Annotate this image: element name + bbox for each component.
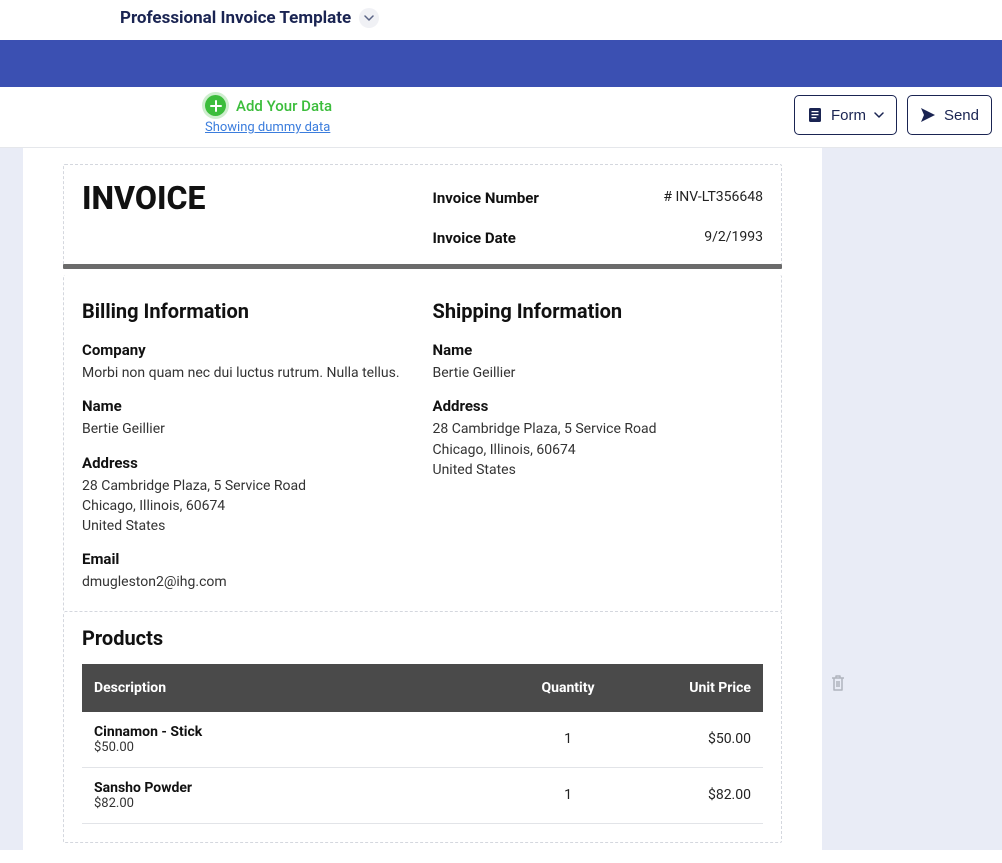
form-icon — [807, 107, 823, 123]
send-button[interactable]: Send — [907, 95, 992, 135]
table-row: Cinnamon - Stick $50.00 1 $50.00 — [82, 712, 763, 768]
product-price: $50.00 — [623, 712, 763, 768]
shipping-heading: Shipping Information — [433, 299, 764, 323]
billing-address-line3: United States — [82, 516, 413, 536]
invoice-number-value: # INV-LT356648 — [663, 189, 763, 207]
billing-address-line1: 28 Cambridge Plaza, 5 Service Road — [82, 476, 413, 496]
top-title-row: Professional Invoice Template — [0, 0, 1002, 40]
banner-bar — [0, 40, 1002, 87]
send-button-label: Send — [944, 107, 979, 124]
shipping-name-label: Name — [433, 341, 764, 359]
billing-company-label: Company — [82, 341, 413, 359]
billing-address-value: 28 Cambridge Plaza, 5 Service Road Chica… — [82, 476, 413, 537]
invoice-title: INVOICE — [82, 179, 413, 217]
table-row: Sansho Powder $82.00 1 $82.00 — [82, 767, 763, 823]
chevron-down-icon — [874, 110, 884, 120]
shipping-name-value: Bertie Geillier — [433, 363, 764, 383]
shipping-address-value: 28 Cambridge Plaza, 5 Service Road Chica… — [433, 419, 764, 480]
product-qty: 1 — [513, 712, 623, 768]
products-heading: Products — [82, 626, 763, 650]
invoice-number-label: Invoice Number — [433, 189, 539, 207]
add-data-button[interactable]: Add Your Data — [205, 95, 332, 116]
toolbar: Add Your Data Showing dummy data Form Se… — [0, 87, 1002, 148]
product-name: Sansho Powder — [94, 780, 501, 796]
delete-button[interactable] — [830, 674, 846, 696]
billing-company-value: Morbi non quam nec dui luctus rutrum. Nu… — [82, 363, 413, 383]
invoice-date-row: Invoice Date 9/2/1993 — [433, 229, 764, 247]
send-icon — [920, 107, 936, 123]
col-description: Description — [82, 664, 513, 712]
shipping-address-line1: 28 Cambridge Plaza, 5 Service Road — [433, 419, 764, 439]
billing-column: Billing Information Company Morbi non qu… — [82, 289, 413, 593]
product-subprice: $82.00 — [94, 796, 501, 811]
title-dropdown-button[interactable] — [359, 8, 379, 28]
billing-email-label: Email — [82, 550, 413, 568]
col-quantity: Quantity — [513, 664, 623, 712]
showing-dummy-link[interactable]: Showing dummy data — [205, 120, 332, 135]
invoice-page: INVOICE Invoice Number # INV-LT356648 In… — [23, 148, 822, 863]
plus-icon — [205, 95, 226, 116]
form-button[interactable]: Form — [794, 95, 897, 135]
products-header-row: Description Quantity Unit Price — [82, 664, 763, 712]
billing-email-value: dmugleston2@ihg.com — [82, 572, 413, 592]
product-price: $82.00 — [623, 767, 763, 823]
product-qty: 1 — [513, 767, 623, 823]
products-section[interactable]: Products Description Quantity Unit Price… — [63, 612, 782, 843]
trash-icon — [830, 674, 846, 692]
billing-shipping-section[interactable]: Billing Information Company Morbi non qu… — [63, 275, 782, 612]
products-table: Description Quantity Unit Price Cinnamon… — [82, 664, 763, 824]
shipping-address-line2: Chicago, Illinois, 60674 — [433, 440, 764, 460]
template-title: Professional Invoice Template — [120, 8, 351, 28]
invoice-number-row: Invoice Number # INV-LT356648 — [433, 189, 764, 207]
product-subprice: $50.00 — [94, 740, 501, 755]
billing-name-value: Bertie Geillier — [82, 419, 413, 439]
shipping-column: Shipping Information Name Bertie Geillie… — [433, 289, 764, 593]
col-unit-price: Unit Price — [623, 664, 763, 712]
billing-heading: Billing Information — [82, 299, 413, 323]
billing-address-line2: Chicago, Illinois, 60674 — [82, 496, 413, 516]
shipping-address-line3: United States — [433, 460, 764, 480]
invoice-date-label: Invoice Date — [433, 229, 516, 247]
product-name: Cinnamon - Stick — [94, 724, 501, 740]
form-button-label: Form — [831, 107, 866, 124]
billing-name-label: Name — [82, 397, 413, 415]
billing-address-label: Address — [82, 454, 413, 472]
canvas-area: INVOICE Invoice Number # INV-LT356648 In… — [0, 148, 1002, 850]
shipping-address-label: Address — [433, 397, 764, 415]
add-data-group: Add Your Data Showing dummy data — [205, 95, 332, 135]
add-data-label: Add Your Data — [236, 97, 332, 115]
header-divider — [63, 264, 782, 269]
invoice-date-value: 9/2/1993 — [704, 229, 763, 247]
invoice-header-section[interactable]: INVOICE Invoice Number # INV-LT356648 In… — [63, 164, 782, 265]
chevron-down-icon — [364, 13, 374, 23]
